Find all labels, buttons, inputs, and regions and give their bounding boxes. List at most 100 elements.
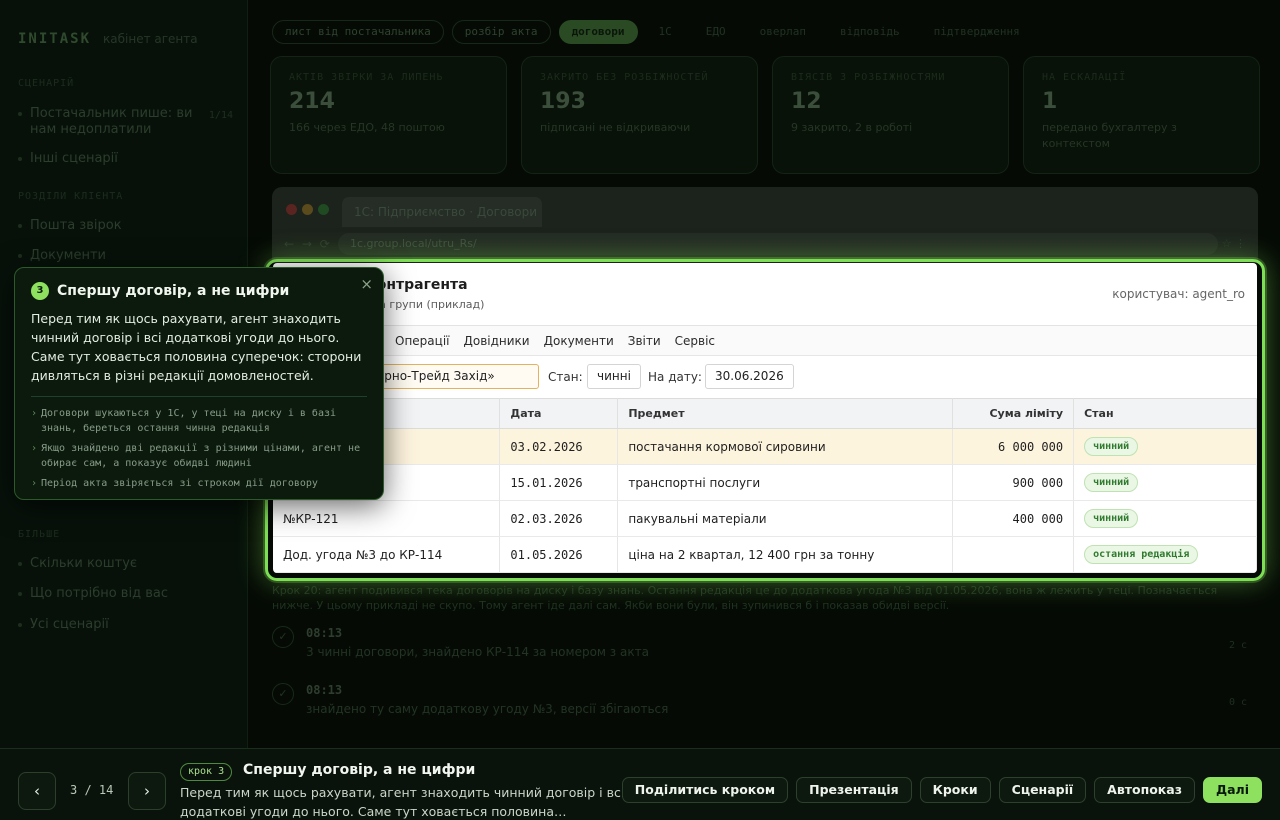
sidebar-section-client: РОЗДІЛИ КЛІЄНТА [18,191,124,202]
close-icon[interactable]: × [360,275,373,293]
table-row[interactable]: №КР-121 02.03.2026 пакувальні матеріали … [273,500,1257,537]
sidebar-section-scenario: СЦЕНАРІЙ [18,78,75,89]
pill-confirmation[interactable]: підтвердження [921,20,1033,44]
sidebar-item-label: Що потрібно від вас [30,586,168,601]
next-step-arrow-button[interactable]: › [128,772,166,810]
cell-date: 01.05.2026 [499,536,619,573]
close-window-icon[interactable] [286,204,297,215]
tooltip-title: Спершу договір, а не цифри [57,283,290,299]
menu-item-reports[interactable]: Звіти [628,334,661,348]
presentation-button[interactable]: Презентація [796,777,912,803]
divider [31,396,367,397]
menu-item-service[interactable]: Сервіс [675,334,715,348]
cell-status: остання редакція [1073,536,1257,573]
pill-contracts[interactable]: договори [558,20,638,44]
next-button[interactable]: Далі [1202,777,1262,803]
stat-value: 193 [540,89,586,114]
sidebar-item-requirements[interactable]: Що потрібно від вас [18,586,233,602]
sidebar-item-all-scenarios[interactable]: Усі сценарії [18,617,233,633]
bottom-actions: Поділитись кроком Презентація Кроки Сцен… [621,777,1262,803]
browser-menu-icons[interactable]: ☆ ⋮ [1222,237,1246,250]
sidebar-item-label: Усі сценарії [30,617,109,632]
sidebar-item-other-scenarios[interactable]: Інші сценарії [18,151,233,167]
pill-edo[interactable]: ЕДО [693,20,739,44]
column-header-date[interactable]: Дата [499,398,619,429]
sidebar-item-pricing[interactable]: Скільки коштує [18,556,233,572]
minimize-window-icon[interactable] [302,204,313,215]
cell-sum: 6 000 000 [952,428,1075,465]
bullet-icon [18,157,22,161]
step-counter: 3 / 14 [70,783,114,797]
browser-tab[interactable]: 1С: Підприємство · Договори [342,197,542,227]
column-header-sum[interactable]: Сума ліміту [952,398,1075,429]
menu-item-directories[interactable]: Довідники [463,334,529,348]
bullet-icon [18,562,22,566]
cell-sum: 900 000 [952,464,1075,501]
check-icon: ✓ [272,683,294,705]
state-label: Стан: [548,370,583,384]
tooltip-title-row: 3 Спершу договір, а не цифри [31,282,367,300]
table-row[interactable]: Дод. угода №3 до КР-114 01.05.2026 ціна … [273,536,1257,573]
pill-supplier-letter[interactable]: лист від постачальника [272,20,444,44]
prev-step-button[interactable]: ‹ [18,772,56,810]
pill-act-review[interactable]: розбір акта [451,20,551,44]
sidebar-item-current-scenario[interactable]: Постачальник пише: ви нам недоплатили 1/… [18,106,233,138]
brand-subtitle: кабінет агента [103,32,198,46]
column-header-subject[interactable]: Предмет [617,398,954,429]
cell-date: 03.02.2026 [499,428,619,465]
cell-subject: ціна на 2 квартал, 12 400 грн за тонну [617,536,954,573]
cell-sum [952,536,1075,573]
bullet-icon [18,112,22,116]
cell-subject: транспортні послуги [617,464,954,501]
column-header-status[interactable]: Стан [1073,398,1257,429]
browser-nav-icons[interactable]: ← → ⟳ [284,237,332,251]
table-row[interactable]: №КР-114 03.02.2026 постачання кормової с… [273,428,1257,465]
cell-subject: постачання кормової сировини [617,428,954,465]
url-bar[interactable]: 1c.group.local/utru_Rs/ [338,233,1218,255]
log-entry: ✓ 08:13 3 чинні договори, знайдено КР-11… [272,626,1247,659]
pill-1c[interactable]: 1С [646,20,685,44]
bullet-icon [18,224,22,228]
autoplay-button[interactable]: Автопоказ [1094,777,1195,803]
sidebar-item-label: Пошта звірок [30,218,122,233]
pill-reply[interactable]: відповідь [827,20,913,44]
sidebar-item-label: Документи [30,248,106,263]
share-step-button[interactable]: Поділитись кроком [621,777,789,803]
stat-note: 9 закрито, 2 в роботі [791,121,913,134]
stat-value: 214 [289,89,335,114]
stat-label: АКТІВ ЗВІРКИ ЗА ЛИПЕНЬ [289,72,444,83]
scenarios-button[interactable]: Сценарії [998,777,1087,803]
status-badge: чинний [1084,437,1139,456]
table-row[interactable]: №ТП-087 15.01.2026 транспортні послуги 9… [273,464,1257,501]
step-number-badge: 3 [31,282,49,300]
sidebar-section-more: БІЛЬШЕ [18,529,61,540]
menu-item-operations[interactable]: Операції [395,334,449,348]
log-entry: ✓ 08:13 знайдено ту саму додаткову угоду… [272,683,1247,716]
bullet-icon [18,254,22,258]
stat-card: АКТІВ ЗВІРКИ ЗА ЛИПЕНЬ 214 166 через ЕДО… [270,56,507,174]
stats-row: АКТІВ ЗВІРКИ ЗА ЛИПЕНЬ 214 166 через ЕДО… [270,56,1260,174]
bottom-bar: ‹ 3 / 14 › крок 3 Спершу договір, а не ц… [0,748,1280,820]
log-desc: знайдено ту саму додаткову угоду №3, вер… [306,702,669,716]
log-duration: 0 с [1228,697,1247,708]
stat-note: передано бухгалтеру з контекстом [1042,121,1177,150]
step-tooltip: × 3 Спершу договір, а не цифри Перед тим… [14,267,384,500]
step-badge: крок 3 [180,763,233,781]
log-desc: 3 чинні договори, знайдено КР-114 за ном… [306,645,649,659]
bullet-icon [18,592,22,596]
cell-status: чинний [1073,500,1257,537]
cell-number: Дод. угода №3 до КР-114 [273,536,501,573]
cell-date: 15.01.2026 [499,464,619,501]
sidebar-item-mail[interactable]: Пошта звірок [18,218,233,234]
filter-bar: ТОВ «Зерно-Трейд Захід» Стан: чинні На д… [273,356,1257,398]
steps-button[interactable]: Кроки [919,777,991,803]
date-field[interactable]: 30.06.2026 [705,364,794,389]
state-field[interactable]: чинні [587,364,641,389]
pill-overlap[interactable]: оверлап [747,20,819,44]
sidebar-item-documents[interactable]: Документи [18,248,233,264]
cell-subject: пакувальні матеріали [617,500,954,537]
menu-item-documents[interactable]: Документи [544,334,614,348]
tooltip-body: Перед тим як щось рахувати, агент знаход… [31,311,362,383]
log-note: Крок 20: агент подивився тека договорів … [272,584,1218,612]
maximize-window-icon[interactable] [318,204,329,215]
